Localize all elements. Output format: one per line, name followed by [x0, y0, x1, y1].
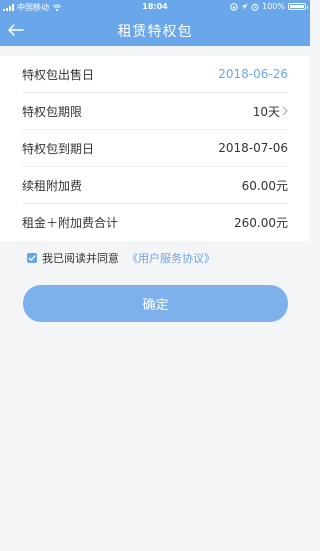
- row-label: 特权包期限: [22, 104, 83, 119]
- check-icon: [28, 255, 36, 261]
- row-term[interactable]: 特权包期限 10天: [22, 93, 288, 130]
- agree-text: 我已阅读并同意: [42, 252, 119, 265]
- row-value: 2018-06-26: [218, 67, 288, 81]
- row-value: 60.00元: [241, 178, 288, 193]
- row-sale-date: 特权包出售日 2018-06-26: [22, 56, 288, 93]
- nav-bar: 租赁特权包: [0, 14, 310, 46]
- row-label: 特权包到期日: [22, 141, 95, 156]
- row-label: 续租附加费: [22, 178, 83, 193]
- row-total: 租金＋附加费合计 260.00元: [22, 204, 288, 241]
- status-bar: 中国移动 18:04 100%: [0, 0, 310, 14]
- row-value-wrap: 10天: [253, 103, 288, 120]
- alarm-icon: [251, 3, 259, 11]
- row-expiry-date: 特权包到期日 2018-07-06: [22, 130, 288, 167]
- status-right: 100%: [230, 2, 308, 11]
- chevron-right-icon: [282, 106, 288, 116]
- row-value: 260.00元: [234, 216, 288, 230]
- info-list: 特权包出售日 2018-06-26 特权包期限 10天 特权包到期日 2018-…: [0, 56, 310, 241]
- agreement: 我已阅读并同意 《用户服务协议》: [27, 250, 215, 266]
- service-agreement-link[interactable]: 《用户服务协议》: [127, 250, 215, 266]
- row-label: 租金＋附加费合计: [22, 216, 119, 230]
- page-title: 租赁特权包: [117, 24, 193, 40]
- lock-rotation-icon: [230, 2, 238, 11]
- row-value: 10天: [252, 104, 280, 119]
- confirm-button[interactable]: 确定: [23, 285, 288, 322]
- app-header: 中国移动 18:04 100% 租赁特权包: [0, 0, 310, 46]
- location-icon: [241, 3, 248, 9]
- agree-checkbox[interactable]: [27, 253, 37, 263]
- row-extra-fee: 续租附加费 60.00元: [22, 167, 288, 204]
- row-value: 2018-07-06: [218, 141, 288, 155]
- battery-percent: 100%: [262, 2, 285, 11]
- battery-icon: [288, 3, 308, 10]
- row-label: 特权包出售日: [22, 67, 95, 82]
